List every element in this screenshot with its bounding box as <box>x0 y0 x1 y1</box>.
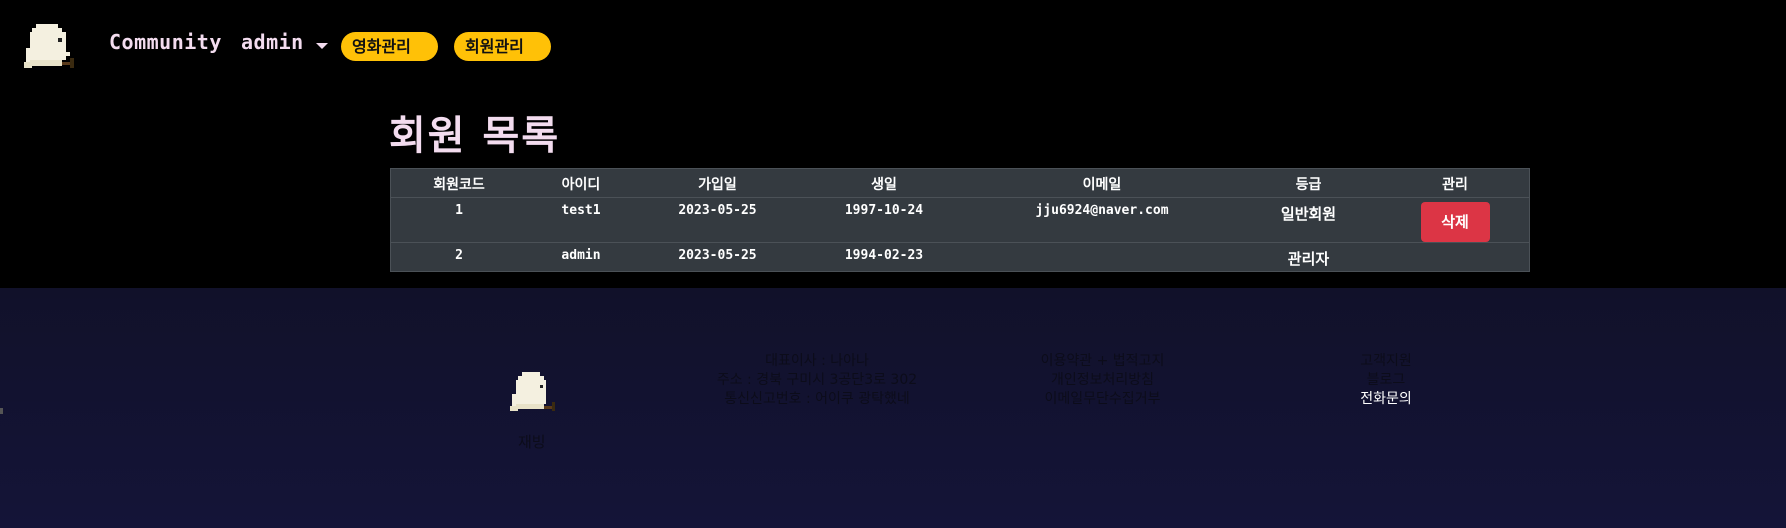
footer: 재빙 대표이사 : 나아나 주소 : 경북 구미시 3공단3로 302 통신신고… <box>0 288 1786 528</box>
cell-manage: 삭제 <box>1381 198 1529 242</box>
cell-id: test1 <box>561 203 601 218</box>
ghost-logo-icon <box>510 372 555 411</box>
member-management-button[interactable]: 회원관리 <box>454 32 551 61</box>
table-row: 2 admin 2023-05-25 1994-02-23 관리자 <box>391 243 1529 271</box>
ghost-logo-icon[interactable] <box>22 18 84 74</box>
navbar: Community admin 영화관리 회원관리 <box>0 0 1786 92</box>
page-title: 회원 목록 <box>389 113 561 159</box>
cell-birthday: 1994-02-23 <box>844 248 924 263</box>
footer-link-privacy[interactable]: 개인정보처리방침 <box>1000 371 1205 390</box>
cell-code: 2 <box>455 248 463 263</box>
footer-link-blog[interactable]: 블로그 <box>1320 371 1452 390</box>
footer-company-info: 대표이사 : 나아나 주소 : 경북 구미시 3공단3로 302 통신신고번호 … <box>690 352 944 409</box>
cell-id: admin <box>561 248 601 263</box>
table-row: 1 test1 2023-05-25 1997-10-24 jju6924@na… <box>391 198 1529 243</box>
member-table: 회원코드 아이디 가입일 생일 이메일 등급 관리 1 test1 2023-0… <box>390 168 1530 272</box>
cell-grade: 일반회원 <box>1280 205 1337 223</box>
delete-button[interactable]: 삭제 <box>1420 202 1490 242</box>
footer-brand-name: 재빙 <box>518 433 546 451</box>
footer-registration: 통신신고번호 : 어이쿠 광탁했네 <box>724 391 910 407</box>
column-header-email: 이메일 <box>1082 177 1122 193</box>
movie-management-button[interactable]: 영화관리 <box>341 32 438 61</box>
cell-joined: 2023-05-25 <box>678 248 757 263</box>
cell-joined: 2023-05-25 <box>678 203 757 218</box>
footer-link-terms[interactable]: 이용약관 + 법적고지 <box>1000 352 1205 371</box>
column-header-joined: 가입일 <box>698 177 737 193</box>
footer-address: 주소 : 경북 구미시 3공단3로 302 <box>716 372 918 388</box>
table-header-row: 회원코드 아이디 가입일 생일 이메일 등급 관리 <box>391 169 1529 198</box>
column-header-id: 아이디 <box>561 177 601 193</box>
brand-link[interactable]: Community <box>109 30 222 54</box>
cell-code: 1 <box>455 203 463 218</box>
footer-link-phone[interactable]: 전화문의 <box>1320 390 1452 409</box>
column-header-code: 회원코드 <box>433 177 485 193</box>
footer-link-support[interactable]: 고객지원 <box>1320 352 1452 371</box>
footer-ceo: 대표이사 : 나아나 <box>765 353 869 369</box>
edge-marker <box>0 408 3 414</box>
cell-birthday: 1997-10-24 <box>844 203 924 218</box>
cell-email <box>968 243 1236 271</box>
column-header-manage: 관리 <box>1442 177 1468 193</box>
column-header-birthday: 생일 <box>871 177 897 193</box>
footer-support-links: 고객지원 블로그 전화문의 <box>1320 352 1452 409</box>
footer-link-email-policy[interactable]: 이메일무단수집거부 <box>1000 390 1205 409</box>
chevron-down-icon[interactable] <box>316 43 328 49</box>
cell-grade: 관리자 <box>1287 250 1330 268</box>
cell-email: jju6924@naver.com <box>1035 203 1169 218</box>
user-menu[interactable]: admin <box>241 30 304 54</box>
cell-manage <box>1381 243 1529 271</box>
column-header-grade: 등급 <box>1295 177 1322 193</box>
footer-policy-links: 이용약관 + 법적고지 개인정보처리방침 이메일무단수집거부 <box>1000 352 1205 409</box>
